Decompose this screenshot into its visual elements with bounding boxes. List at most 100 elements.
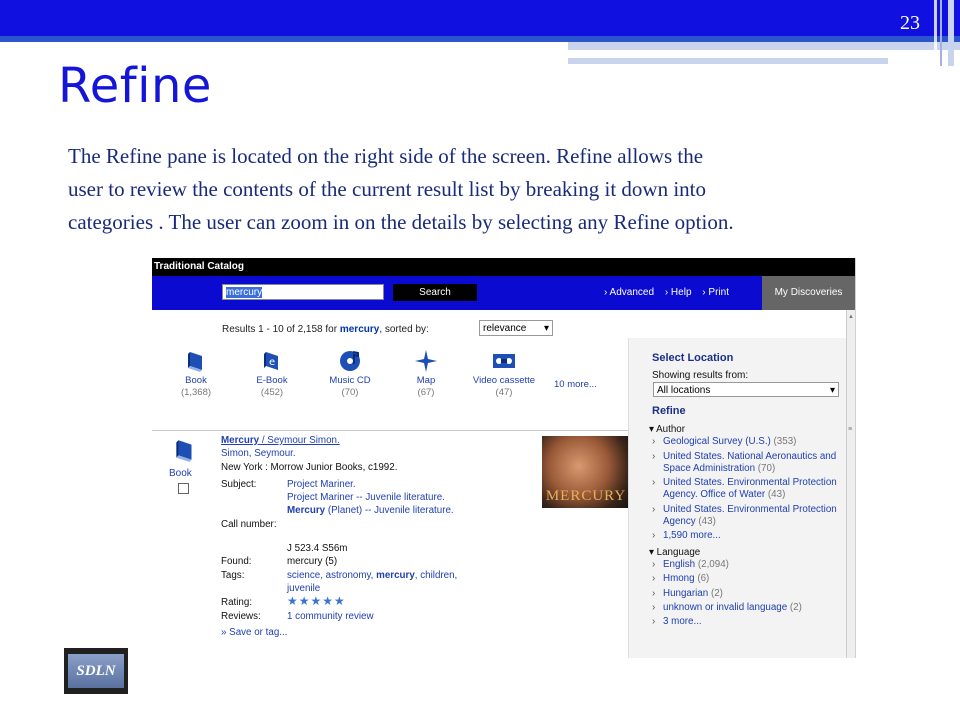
map-icon bbox=[415, 350, 437, 372]
refine-author-item[interactable]: Geological Survey (U.S.) (353) bbox=[649, 436, 839, 449]
facet-count: (2) bbox=[710, 587, 723, 599]
search-input-value: mercury bbox=[226, 287, 263, 298]
facet-count: (2,094) bbox=[697, 558, 729, 570]
format-ebook[interactable]: e E-Book (452) bbox=[248, 350, 296, 399]
record-title: Mercury bbox=[221, 435, 260, 446]
sort-select[interactable]: relevance bbox=[479, 320, 553, 337]
facet-name: Hungarian bbox=[663, 587, 709, 599]
rating-stars[interactable]: ★★★★★ bbox=[287, 594, 346, 608]
slide-body: The Refine pane is located on the right … bbox=[68, 140, 908, 239]
header-stripe bbox=[568, 42, 960, 50]
tag-link[interactable]: juvenile bbox=[287, 583, 320, 594]
catalog-window-title: Traditional Catalog bbox=[152, 258, 855, 276]
format-video-cassette[interactable]: Video cassette (47) bbox=[464, 350, 544, 399]
facet-count: (43) bbox=[767, 489, 786, 501]
tags-part: , children, bbox=[414, 569, 458, 581]
subject-link[interactable]: Project Mariner. bbox=[287, 479, 356, 490]
format-label: Book bbox=[185, 375, 207, 386]
refine-author-item[interactable]: United States. National Aeronautics and … bbox=[649, 451, 839, 476]
showing-results-label: Showing results from: bbox=[652, 370, 749, 381]
results-query: mercury bbox=[339, 324, 380, 335]
book-icon bbox=[188, 352, 202, 372]
tags-bold: mercury bbox=[376, 569, 415, 581]
scroll-up-icon[interactable]: ▲ bbox=[848, 314, 854, 320]
record-details: Mercury / Seymour Simon. Simon, Seymour.… bbox=[221, 434, 541, 639]
facet-name: Geological Survey (U.S.) bbox=[663, 436, 771, 448]
facet-count: (43) bbox=[698, 516, 716, 528]
subject-link[interactable]: Project Mariner -- Juvenile literature. bbox=[287, 492, 445, 503]
more-formats-link[interactable]: 10 more... bbox=[554, 379, 597, 390]
format-count: (67) bbox=[417, 387, 435, 398]
save-or-tag-link[interactable]: » Save or tag... bbox=[221, 627, 287, 638]
format-label: Map bbox=[416, 375, 436, 386]
refine-language-item[interactable]: Hmong (6) bbox=[649, 573, 839, 586]
logo-text: SDLN bbox=[68, 654, 124, 688]
scroll-grip-icon[interactable]: ≡ bbox=[848, 426, 852, 433]
facet-count: (70) bbox=[757, 462, 776, 474]
results-prefix: Results 1 - 10 of 2,158 for bbox=[222, 324, 340, 335]
slide-title: Refine bbox=[58, 58, 212, 114]
body-line: user to review the contents of the curre… bbox=[68, 177, 707, 201]
refine-language-item[interactable]: unknown or invalid language (2) bbox=[649, 601, 839, 615]
scrollbar[interactable] bbox=[846, 310, 855, 658]
author-facet-header[interactable]: Author bbox=[649, 424, 839, 436]
header-divider bbox=[940, 0, 942, 66]
record-publisher: New York : Morrow Junior Books, c1992. bbox=[221, 461, 398, 473]
results-summary: Results 1 - 10 of 2,158 for mercury, sor… bbox=[222, 324, 429, 335]
facet-count: (6) bbox=[697, 573, 710, 585]
subject-link[interactable]: Mercury (Planet) -- Juvenile literature. bbox=[287, 505, 454, 516]
tags-part: science, astronomy, bbox=[287, 569, 377, 581]
language-facet-header[interactable]: Language bbox=[649, 547, 839, 559]
format-count: (452) bbox=[260, 387, 284, 398]
location-select[interactable]: All locations bbox=[653, 382, 839, 398]
facet-count: (2) bbox=[789, 601, 802, 613]
my-discoveries-tab[interactable]: My Discoveries bbox=[762, 276, 855, 310]
reviews-label: Reviews: bbox=[221, 610, 261, 622]
refine-author-item[interactable]: United States. Environmental Protection … bbox=[649, 477, 839, 502]
body-line: The Refine pane is located on the right … bbox=[68, 144, 704, 168]
record-author-inline: / Seymour Simon. bbox=[259, 435, 340, 446]
facet-name: United States. Environmental Protection … bbox=[663, 503, 837, 528]
format-count: (1,368) bbox=[180, 387, 212, 398]
svg-text:e: e bbox=[269, 357, 275, 368]
header-divider bbox=[934, 0, 937, 66]
print-link[interactable]: › Print bbox=[702, 287, 729, 298]
slide-number: 23 bbox=[900, 12, 920, 34]
record-title-link[interactable]: Mercury / Seymour Simon. bbox=[221, 435, 340, 446]
sdln-logo: SDLN bbox=[64, 648, 128, 694]
help-link[interactable]: › Help bbox=[665, 287, 692, 298]
catalog-screenshot: Traditional Catalog mercury Search › Adv… bbox=[152, 258, 856, 658]
format-book[interactable]: Book (1,368) bbox=[174, 350, 218, 399]
format-music-cd[interactable]: Music CD (70) bbox=[320, 350, 380, 399]
search-button[interactable]: Search bbox=[393, 284, 477, 301]
record-author-link[interactable]: Simon, Seymour. bbox=[221, 448, 296, 459]
ebook-icon: e bbox=[264, 352, 278, 370]
facet-name: United States. Environmental Protection … bbox=[663, 477, 837, 501]
format-label: Video cassette bbox=[472, 375, 536, 386]
format-count: (47) bbox=[495, 387, 513, 398]
facet-name: Hmong bbox=[663, 573, 695, 585]
search-input[interactable]: mercury bbox=[222, 284, 384, 300]
refine-language-item[interactable]: Hungarian (2) bbox=[649, 587, 839, 601]
video-cassette-icon bbox=[493, 354, 515, 368]
record-type-label: Book bbox=[169, 468, 192, 479]
found-value: mercury (5) bbox=[287, 556, 338, 568]
reviews-link[interactable]: 1 community review bbox=[287, 611, 374, 622]
select-location-title: Select Location bbox=[652, 352, 734, 364]
subject-rest: (Planet) -- Juvenile literature. bbox=[325, 505, 454, 517]
format-map[interactable]: Map (67) bbox=[404, 350, 448, 399]
call-number-value: J 523.4 S56m bbox=[287, 543, 348, 555]
refine-title: Refine bbox=[652, 405, 686, 417]
facet-name: unknown or invalid language bbox=[663, 601, 788, 613]
found-label: Found: bbox=[221, 556, 252, 568]
refine-language-item[interactable]: English (2,094) bbox=[649, 558, 839, 572]
advanced-link[interactable]: › Advanced bbox=[604, 287, 654, 298]
tags-links[interactable]: science, astronomy, mercury, children, bbox=[287, 570, 457, 581]
record-select-checkbox[interactable] bbox=[178, 483, 189, 494]
book-cover-title: MERCURY bbox=[545, 488, 627, 504]
author-more-link[interactable]: 1,590 more... bbox=[649, 530, 839, 543]
refine-author-item[interactable]: United States. Environmental Protection … bbox=[649, 504, 839, 529]
format-label: Music CD bbox=[329, 375, 371, 386]
call-number-label: Call number: bbox=[221, 518, 277, 530]
language-more-link[interactable]: 3 more... bbox=[649, 616, 839, 629]
